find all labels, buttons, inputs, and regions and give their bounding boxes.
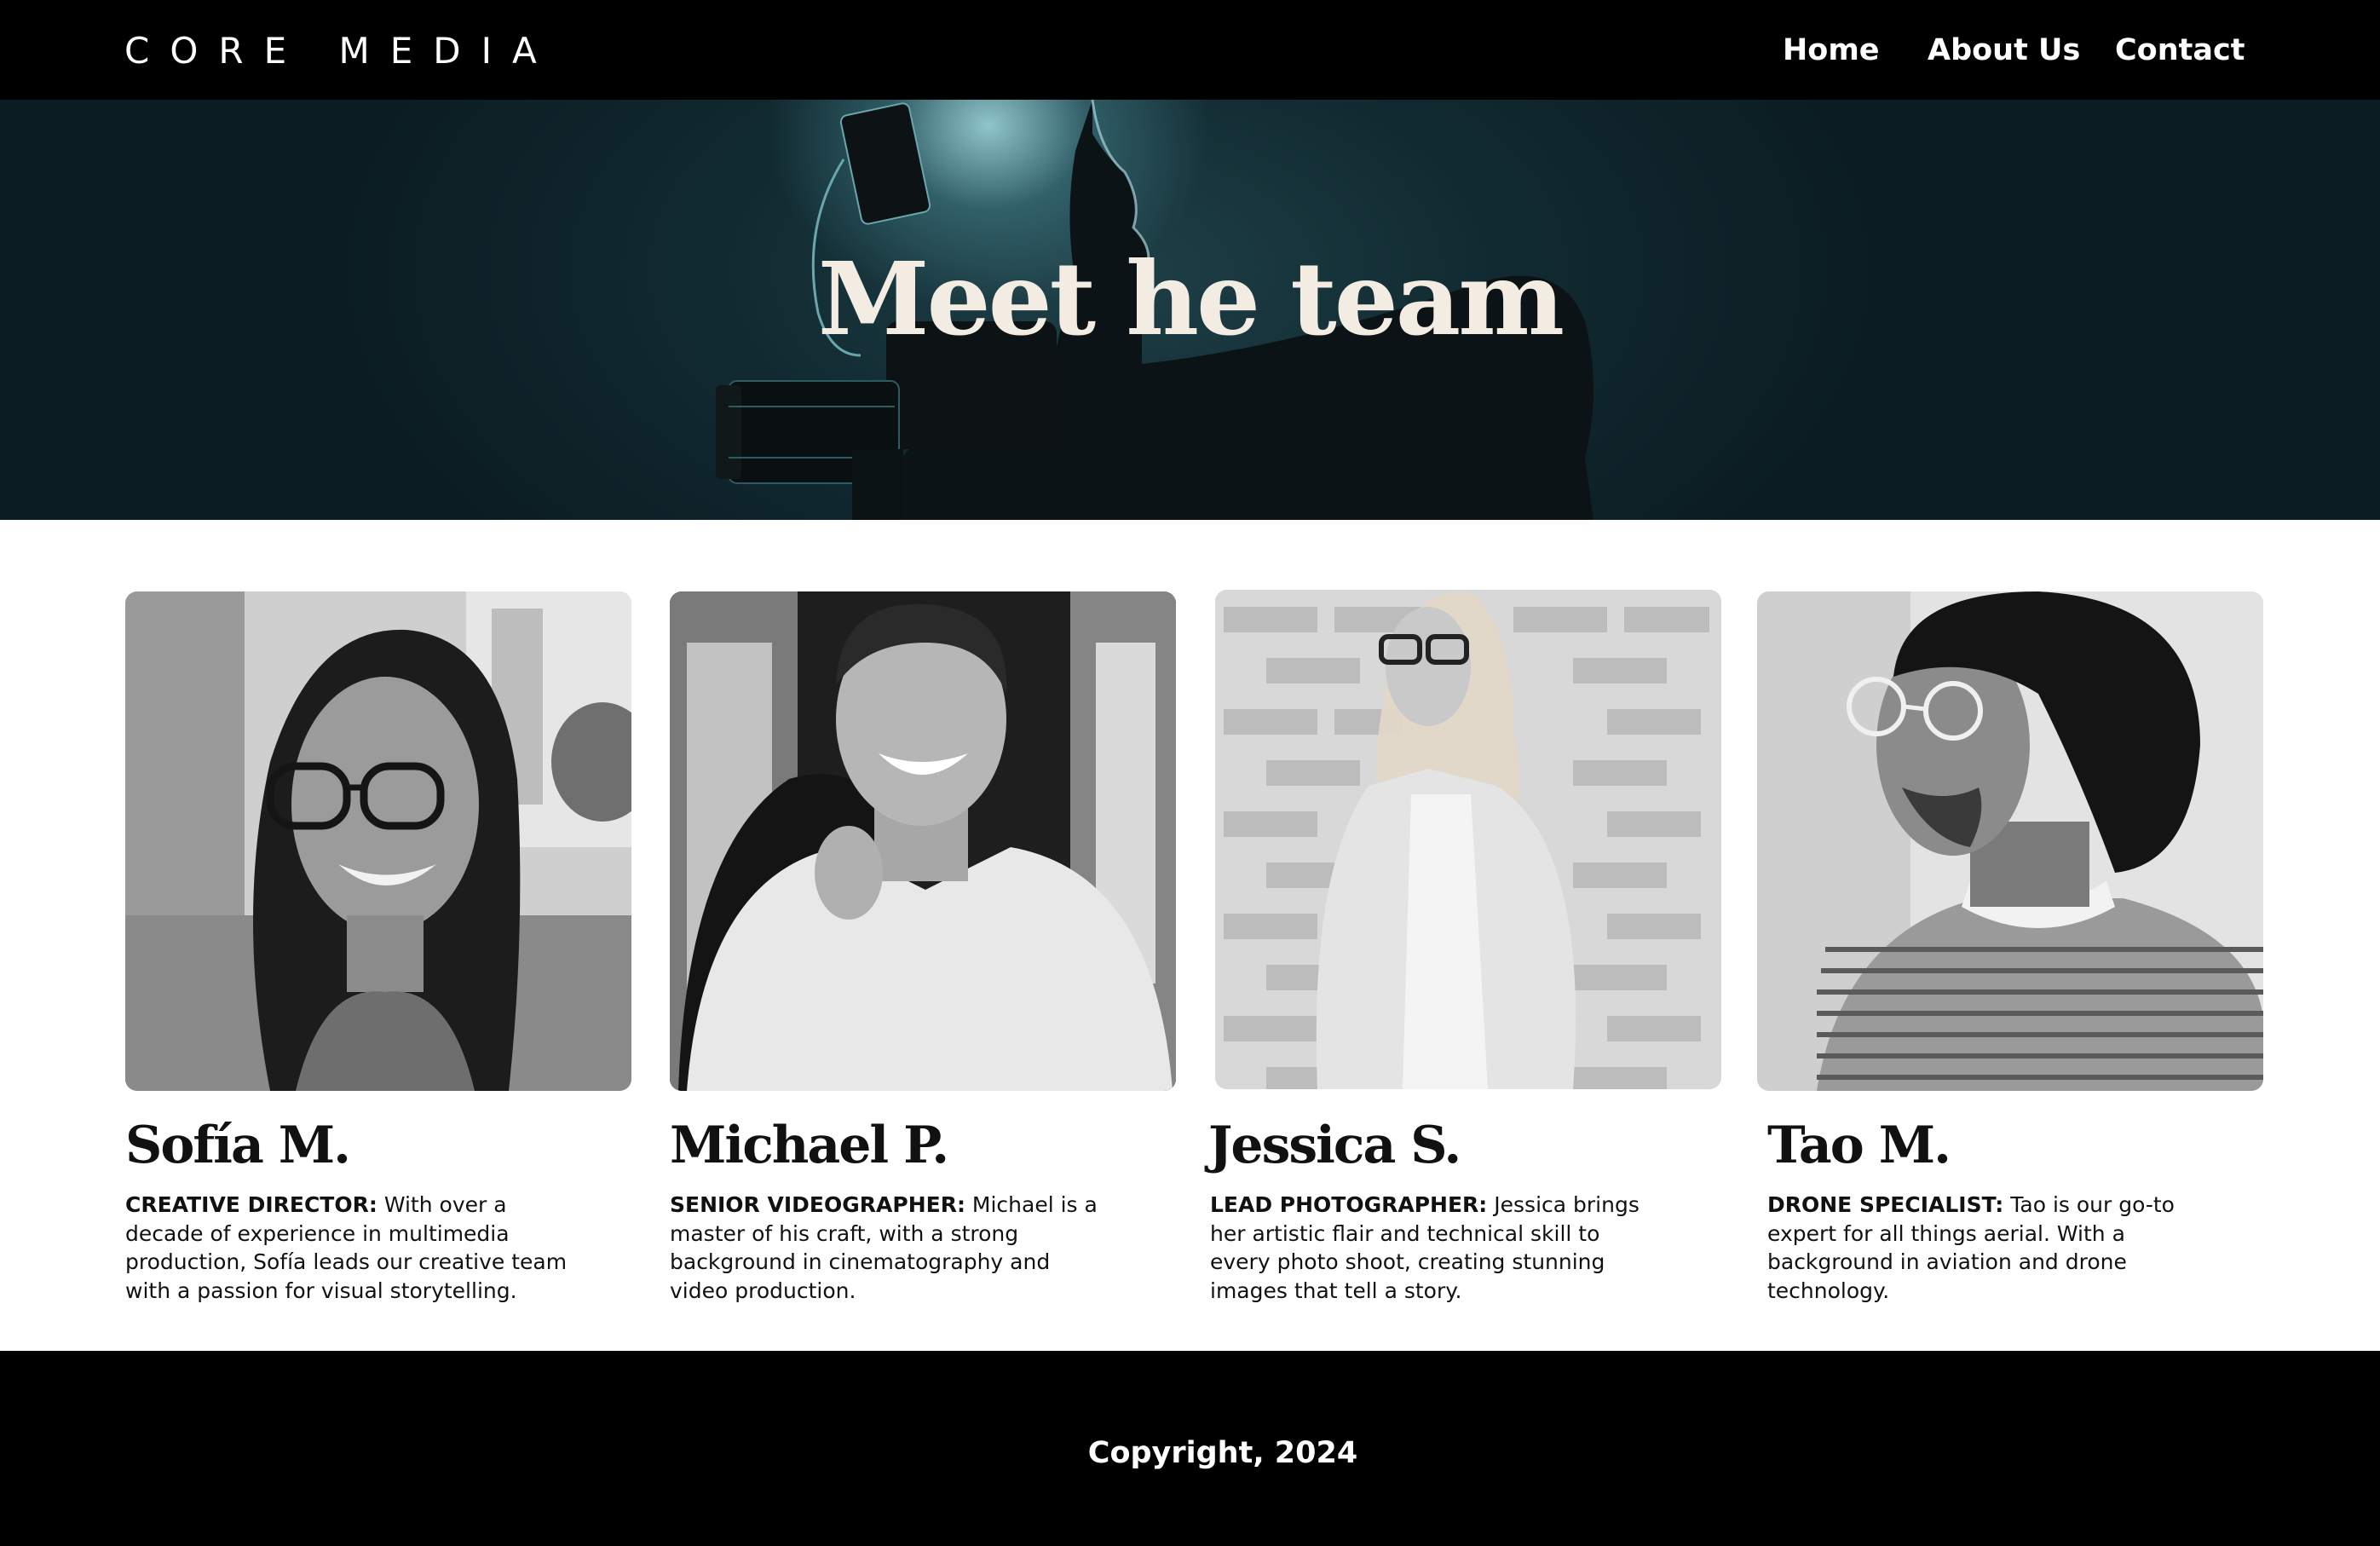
portrait-smiling-man-image <box>670 591 1176 1091</box>
member-bio: DRONE SPECIALIST: Tao is our go-to exper… <box>1767 1191 2210 1305</box>
member-bio: LEAD PHOTOGRAPHER: Jessica brings her ar… <box>1210 1191 1653 1305</box>
member-role: SENIOR VIDEOGRAPHER: <box>670 1192 965 1217</box>
hero-banner: Meet he team <box>0 100 2380 520</box>
brand-logo[interactable]: CORE MEDIA <box>124 26 557 77</box>
top-navigation-bar: CORE MEDIA Home About Us Contact <box>0 0 2380 100</box>
team-photo-tao <box>1757 591 2263 1091</box>
copyright-text: Copyright, 2024 <box>1087 1436 1358 1470</box>
portrait-woman-brick-wall-image <box>1215 590 1721 1089</box>
member-name: Tao M. <box>1767 1116 1951 1175</box>
member-role: LEAD PHOTOGRAPHER: <box>1210 1192 1488 1217</box>
portrait-woman-glasses-image <box>125 591 631 1091</box>
team-photo-jessica <box>1215 590 1721 1089</box>
team-photo-sofia <box>125 591 631 1091</box>
hero-title: Meet he team <box>817 239 1565 358</box>
member-bio: CREATIVE DIRECTOR: With over a decade of… <box>125 1191 568 1305</box>
member-name: Michael P. <box>670 1116 949 1175</box>
member-name: Sofía M. <box>125 1116 351 1175</box>
nav-link-about-us[interactable]: About Us <box>1928 29 2080 72</box>
nav-link-home[interactable]: Home <box>1783 29 1880 72</box>
nav-link-contact[interactable]: Contact <box>2115 29 2245 72</box>
team-photo-michael <box>670 591 1176 1091</box>
member-role: CREATIVE DIRECTOR: <box>125 1192 377 1217</box>
portrait-man-round-glasses-image <box>1757 591 2263 1091</box>
member-name: Jessica S. <box>1208 1116 1461 1175</box>
member-role: DRONE SPECIALIST: <box>1767 1192 2004 1217</box>
member-bio: SENIOR VIDEOGRAPHER: Michael is a master… <box>670 1191 1113 1305</box>
